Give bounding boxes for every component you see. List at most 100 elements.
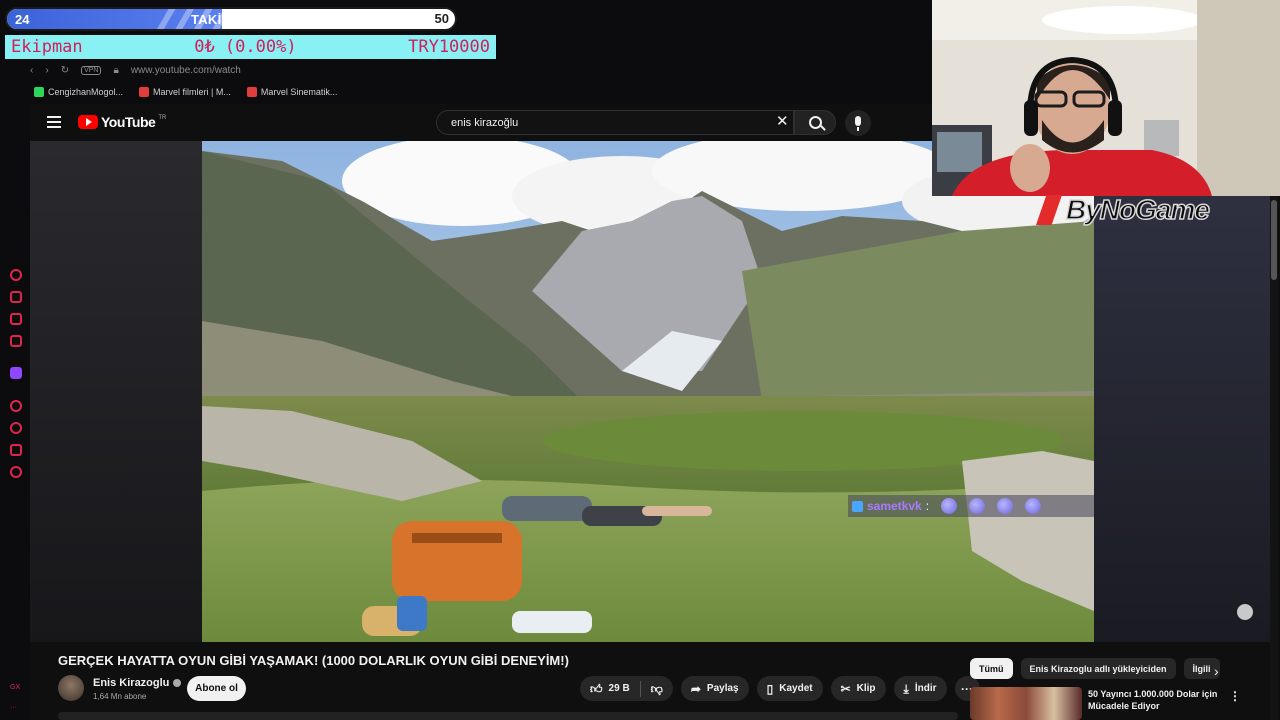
bookmark-favicon xyxy=(246,87,257,97)
like-count: 29 B xyxy=(608,683,630,694)
clear-search-icon[interactable]: ✕ xyxy=(776,114,789,129)
forward-icon[interactable]: › xyxy=(45,65,48,76)
save-button[interactable]: ▯ Kaydet xyxy=(756,676,823,701)
chip-from-uploader[interactable]: Enis Kirazoglu adlı yükleyiciden xyxy=(1020,658,1176,679)
clip-button[interactable]: ✂ Klip xyxy=(830,676,886,701)
recommendation-title[interactable]: 50 Yayıncı 1.000.000 Dolar için Mücadele… xyxy=(1088,688,1224,712)
webcam-feed xyxy=(932,0,1280,196)
browser-nav-row: ‹ › ↻ VPN 🔒︎ www.youtube.com/watch xyxy=(30,62,241,78)
chevron-right-icon[interactable]: › xyxy=(1214,663,1219,679)
bynogame-mark-icon xyxy=(1036,195,1062,225)
follower-goal-title: TAKİPÇİLER xyxy=(190,12,272,27)
recommendation-chips: Tümü Enis Kirazoglu adlı yükleyiciden İl… xyxy=(970,658,1220,679)
youtube-region: TR xyxy=(158,115,167,121)
equipment-name: Ekipman xyxy=(11,37,83,57)
equipment-amount: 0₺ (0.00%) xyxy=(194,37,297,57)
youtube-header: YouTube TR enis kirazoğlu ✕ xyxy=(30,104,932,141)
dislike-button[interactable]: 👎︎ xyxy=(641,676,673,701)
theater-right-margin xyxy=(1094,196,1270,642)
chat-message: sametkvk : xyxy=(848,495,1094,517)
subscribe-button[interactable]: Abone ol xyxy=(187,676,246,701)
address-bar[interactable]: www.youtube.com/watch xyxy=(131,65,241,76)
scissors-icon: ✂ xyxy=(840,681,851,696)
bookmark-marvel-sinematik[interactable]: Marvel Sinematik... xyxy=(246,85,338,99)
bag-icon[interactable] xyxy=(10,291,22,303)
thumbs-down-icon: 👎︎ xyxy=(650,681,663,696)
bookmark-favicon xyxy=(139,87,150,97)
menu-icon[interactable] xyxy=(47,116,61,128)
scrollbar-thumb[interactable] xyxy=(1271,200,1277,280)
settings-icon[interactable] xyxy=(10,466,22,478)
thumbs-up-icon: 👍︎ xyxy=(590,681,603,696)
video-player[interactable] xyxy=(202,141,1094,642)
bynogame-text: ByNoGame xyxy=(1065,193,1210,226)
channel-avatar[interactable] xyxy=(58,675,84,701)
clock-icon[interactable] xyxy=(10,422,22,434)
bookmark-icon: ▯ xyxy=(766,681,774,696)
like-button[interactable]: 👍︎ 29 B xyxy=(580,676,640,701)
emote-icon xyxy=(1025,498,1042,514)
download-icon: ⤓ xyxy=(903,681,909,696)
chat-icon[interactable] xyxy=(10,313,22,325)
verified-icon xyxy=(173,679,182,687)
speech-icon[interactable] xyxy=(10,444,22,456)
emote-icon xyxy=(969,498,986,514)
clip-label: Klip xyxy=(856,683,876,694)
recommendation-more-icon[interactable]: ⋮ xyxy=(1229,689,1241,703)
viewer-avatar xyxy=(1237,604,1253,620)
vpn-badge[interactable]: VPN xyxy=(81,65,102,75)
channel-name-row[interactable]: Enis Kirazoglu xyxy=(93,677,182,689)
youtube-play-icon xyxy=(78,115,98,129)
emote-icon xyxy=(997,498,1014,514)
voice-search-button[interactable] xyxy=(845,110,871,136)
equipment-goal-bar: Ekipman 0₺ (0.00%) TRY10000 xyxy=(5,35,496,59)
search-input[interactable]: enis kirazoğlu xyxy=(436,110,794,135)
bookmark-cengizhan[interactable]: CengizhanMogol... xyxy=(34,85,123,99)
reload-icon[interactable]: ↻ xyxy=(61,65,69,76)
follower-goal: 50 xyxy=(434,11,449,26)
recommendation-thumbnail[interactable] xyxy=(970,687,1082,720)
bookmark-marvel-filmleri[interactable]: Marvel filmleri | M... xyxy=(139,85,231,99)
browser-sidebar: GX ··· xyxy=(0,104,30,720)
screen: 24 TAKİPÇİLER 50 Ekipman 0₺ (0.00%) TRY1… xyxy=(0,0,1280,720)
save-label: Kaydet xyxy=(779,683,813,694)
lock-icon: 🔒︎ xyxy=(113,64,119,76)
messenger-icon[interactable] xyxy=(10,335,22,347)
video-title: GERÇEK HAYATTA OYUN GİBİ YAŞAMAK! (1000 … xyxy=(58,653,569,668)
bookmark-label: Marvel filmleri | M... xyxy=(153,87,231,97)
follower-goal-bar: 24 TAKİPÇİLER 50 xyxy=(5,7,457,31)
video-actions: 👍︎ 29 B 👎︎ ➦ Paylaş ▯ Kaydet ✂ Klip ⤓ İn… xyxy=(580,676,980,701)
chip-all[interactable]: Tümü xyxy=(970,658,1013,679)
bookmark-label: CengizhanMogol... xyxy=(48,87,124,97)
search-button[interactable] xyxy=(794,110,836,135)
equipment-target: TRY10000 xyxy=(408,37,490,57)
description-box-edge xyxy=(58,712,958,720)
like-dislike-group: 👍︎ 29 B 👎︎ xyxy=(580,676,673,701)
emote-icon xyxy=(941,498,958,514)
chat-separator: : xyxy=(925,499,930,513)
channel-name[interactable]: Enis Kirazoglu xyxy=(93,677,169,689)
download-button[interactable]: ⤓ İndir xyxy=(893,676,947,701)
theater-left-margin xyxy=(30,141,202,642)
video-frame xyxy=(202,141,1094,642)
subscriber-count: 1,64 Mn abone xyxy=(93,692,147,701)
bookmark-label: Marvel Sinematik... xyxy=(260,87,338,97)
history-icon[interactable] xyxy=(10,269,22,281)
download-label: İndir xyxy=(914,683,937,694)
webcam-frame xyxy=(932,0,1280,196)
share-button[interactable]: ➦ Paylaş xyxy=(680,676,749,701)
youtube-logo-text: YouTube xyxy=(101,114,156,130)
share-label: Paylaş xyxy=(706,683,739,694)
chat-username: sametkvk xyxy=(867,499,922,513)
bookmarks-bar: CengizhanMogol... Marvel filmleri | M...… xyxy=(34,85,337,99)
player-icon[interactable] xyxy=(10,400,22,412)
youtube-logo[interactable]: YouTube TR xyxy=(78,114,166,130)
chat-badge-icon xyxy=(852,500,863,512)
share-icon: ➦ xyxy=(690,681,701,696)
more-icon[interactable]: ··· xyxy=(10,704,17,711)
twitch-icon[interactable] xyxy=(10,367,22,379)
bookmark-favicon xyxy=(34,87,44,97)
back-icon[interactable]: ‹ xyxy=(30,65,33,76)
bynogame-logo: ByNoGame xyxy=(1036,193,1211,226)
gx-logo: GX xyxy=(10,684,21,691)
